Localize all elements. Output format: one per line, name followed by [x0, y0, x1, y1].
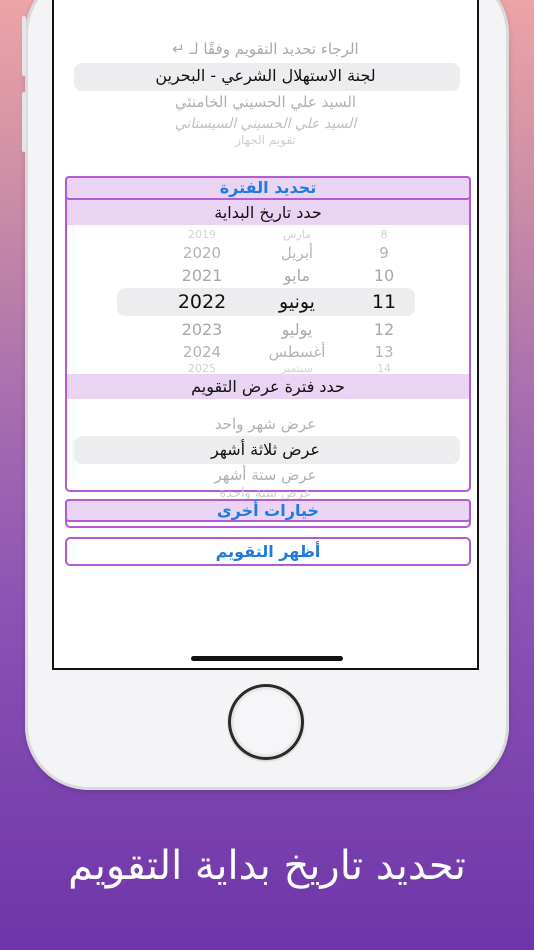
month-item[interactable]: مايو [247, 266, 347, 285]
month-item[interactable]: مارس [247, 228, 347, 241]
day-item[interactable]: 9 [359, 244, 409, 262]
month-item[interactable]: يوليو [247, 320, 347, 339]
volume-up-button [22, 16, 26, 76]
range-option[interactable]: عرض ستة أشهر [54, 466, 477, 484]
day-item[interactable]: 8 [359, 228, 409, 241]
show-calendar-button[interactable]: أظهر التقويم [65, 537, 471, 566]
picker-option[interactable]: تقويم الجهاز [54, 133, 477, 147]
picker-selected-option[interactable]: لجنة الاستهلال الشرعي - البحرين [54, 66, 477, 85]
year-item[interactable]: 2021 [162, 266, 242, 285]
picker-option[interactable]: السيد علي الحسيني الخامنئي [54, 93, 477, 111]
promo-caption: تحديد تاريخ بداية التقويم [68, 843, 466, 889]
app-screen: الرجاء تحديد التقويم وفقًا لـ ↵ لجنة الا… [52, 0, 479, 670]
display-range-label: حدد فترة عرض التقويم [67, 374, 469, 399]
year-item[interactable]: 2019 [162, 228, 242, 241]
year-item[interactable]: 2023 [162, 320, 242, 339]
start-date-label: حدد تاريخ البداية [67, 200, 469, 225]
home-button[interactable] [228, 684, 304, 760]
range-option[interactable]: عرض سنة واحدة [54, 486, 477, 500]
day-item-selected[interactable]: 11 [359, 291, 409, 313]
home-indicator [191, 656, 343, 661]
volume-down-button [22, 92, 26, 152]
day-item[interactable]: 10 [359, 266, 409, 285]
year-item-selected[interactable]: 2022 [162, 291, 242, 313]
year-item[interactable]: 2024 [162, 343, 242, 361]
year-item[interactable]: 2020 [162, 244, 242, 262]
month-item-selected[interactable]: يونيو [247, 291, 347, 313]
period-section-title: تحديد الفترة [65, 176, 471, 200]
other-options-button[interactable]: خيارات أخرى [65, 499, 471, 522]
range-option[interactable]: عرض شهر واحد [54, 415, 477, 433]
picker-option[interactable]: السيد علي الحسيني السيستاني [54, 116, 477, 132]
month-item[interactable]: أبريل [247, 244, 347, 262]
range-option-selected[interactable]: عرض ثلاثة أشهر [54, 440, 477, 459]
month-item[interactable]: أغسطس [247, 343, 347, 361]
day-item[interactable]: 12 [359, 320, 409, 339]
day-item[interactable]: 13 [359, 343, 409, 361]
picker-prompt: الرجاء تحديد التقويم وفقًا لـ ↵ [172, 40, 359, 58]
